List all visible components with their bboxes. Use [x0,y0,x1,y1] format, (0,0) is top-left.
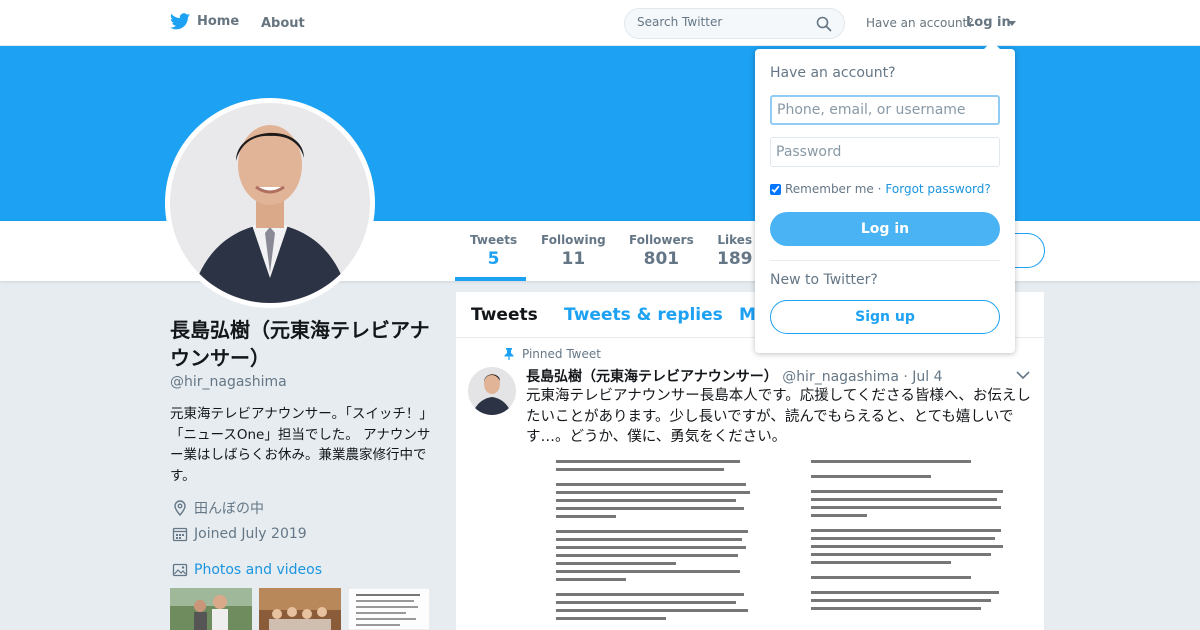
profile-handle: @hir_nagashima [170,374,287,390]
photos-and-videos-link[interactable]: Photos and videos [172,562,322,578]
remember-me-checkbox[interactable] [770,183,781,195]
stat-following[interactable]: Following 11 [541,233,606,269]
dropdown-arrow [984,41,1000,49]
stat-label: Tweets [470,233,518,247]
media-thumbnail[interactable] [170,588,252,630]
stat-label: Following [541,233,606,247]
stat-value: 5 [487,249,500,269]
login-dropdown-toggle[interactable]: Log in [966,15,1011,30]
top-navbar: Home About Have an account? Log in [0,0,1200,46]
tweet-image-document[interactable] [526,450,1034,630]
search-box [624,8,845,39]
new-to-twitter-text: New to Twitter? [770,272,878,288]
image-icon [172,563,188,577]
have-account-text: Have an account? [866,16,974,30]
document-column-left [556,460,756,625]
media-thumbnail[interactable] [348,588,430,630]
joined-text: Joined July 2019 [194,526,307,542]
tweet-header: 長島弘樹（元東海テレビアナウンサー） @hir_nagashima · Jul … [526,366,943,386]
pinned-text: Pinned Tweet [522,347,601,361]
stat-tweets[interactable]: Tweets 5 [470,233,517,269]
stat-label: Likes [717,233,753,247]
avatar-photo [170,103,370,303]
forgot-password-link[interactable]: Forgot password? [885,182,990,196]
tweet-author-handle[interactable]: @hir_nagashima [782,369,899,385]
nav-about[interactable]: About [261,16,305,31]
twitter-bird-icon [170,13,190,30]
username-field[interactable] [770,95,1000,125]
remember-me-label: Remember me · [785,182,882,196]
stat-likes[interactable]: Likes 189 [717,233,753,269]
stat-value: 11 [561,249,586,269]
nav-home[interactable]: Home [170,13,239,30]
location-text: 田んぼの中 [194,501,264,517]
profile-joined: Joined July 2019 [172,526,307,542]
signup-button[interactable]: Sign up [770,300,1000,334]
search-icon[interactable] [816,16,832,32]
stat-label: Followers [629,233,694,247]
profile-bio: 元東海テレビアナウンサー。「スイッチ！」「ニュースOne」担当でした。 アナウン… [170,406,431,484]
tab-tweets-and-replies[interactable]: Tweets & replies [564,305,723,325]
pin-icon [504,348,514,360]
stat-value: 801 [643,249,680,269]
caret-down-icon[interactable] [1008,21,1016,26]
login-dropdown: Have an account? Remember me · Forgot pa… [755,41,1015,353]
tweet-author-name[interactable]: 長島弘樹（元東海テレビアナウンサー） [526,369,778,385]
profile-avatar[interactable] [165,98,375,308]
tab-media[interactable]: M [739,305,756,325]
location-pin-icon [174,500,186,516]
tab-tweets[interactable]: Tweets [471,305,538,325]
pinned-tweet-label: Pinned Tweet [504,347,601,361]
tweet-text: 元東海テレビアナウンサー長島本人です。応援してくださる皆様へ、お伝えしたいことが… [526,388,1031,445]
login-button[interactable]: Log in [770,212,1000,246]
dropdown-title: Have an account? [770,65,896,81]
document-column-right [811,460,1011,615]
photos-link-label: Photos and videos [194,562,323,578]
dropdown-divider [770,260,1000,261]
active-stat-underline [455,277,526,281]
stat-followers[interactable]: Followers 801 [629,233,694,269]
media-thumbnail[interactable] [259,588,341,630]
person-portrait-image [170,103,370,303]
tweet-date[interactable]: · Jul 4 [903,369,942,385]
password-field[interactable] [770,137,1000,167]
nav-home-label: Home [197,14,240,29]
tweet-avatar[interactable] [468,367,516,415]
calendar-icon [172,527,188,542]
chevron-down-icon[interactable] [1016,370,1030,380]
profile-location: 田んぼの中 [172,498,264,518]
search-input[interactable] [637,15,807,29]
profile-name: 長島弘樹（元東海テレビアナウンサー） [170,318,430,370]
stat-value: 189 [717,249,753,269]
remember-me-row: Remember me · Forgot password? [770,182,991,196]
